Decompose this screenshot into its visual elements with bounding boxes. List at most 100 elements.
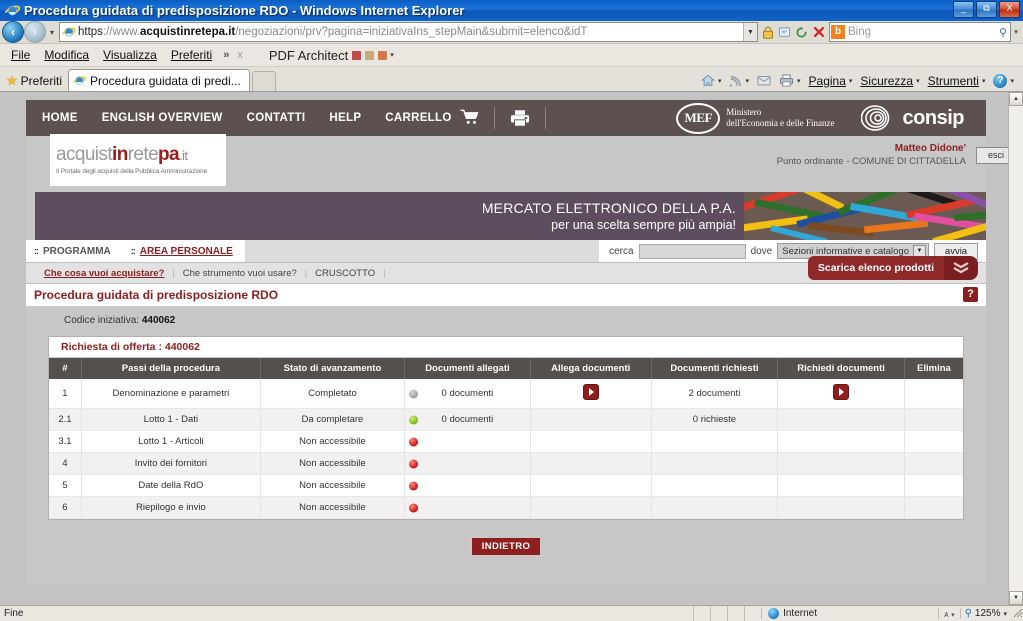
status-dot-red: [409, 437, 419, 446]
browser-tab-active[interactable]: Procedura guidata di predi...: [68, 69, 250, 91]
page-help-icon[interactable]: ?: [963, 287, 978, 302]
close-button[interactable]: X: [999, 1, 1020, 18]
user-role: Punto ordinante - COMUNE DI CITTADELLA: [776, 156, 966, 167]
download-products-button[interactable]: Scarica elenco prodotti: [807, 256, 978, 280]
stop-icon[interactable]: [810, 23, 827, 41]
site-print-icon[interactable]: [509, 108, 531, 128]
row-status: Da completare: [260, 408, 419, 431]
window-title: Procedura guidata di predisposizione RDO…: [24, 3, 465, 18]
pdf-caret-icon[interactable]: ▾: [390, 51, 394, 59]
restore-button[interactable]: ⧉: [976, 1, 997, 18]
nav-english-overview[interactable]: ENGLISH OVERVIEW: [102, 112, 223, 124]
logout-button[interactable]: esci: [976, 147, 1009, 164]
table-row[interactable]: 2.1 Lotto 1 - Dati Da completare 0 docum…: [49, 408, 963, 431]
recent-pages-caret[interactable]: ▾: [46, 28, 58, 37]
feeds-icon[interactable]: ▾: [725, 74, 753, 87]
nav-carrello[interactable]: CARRELLO: [385, 112, 451, 124]
resize-grip[interactable]: [1011, 606, 1023, 621]
print-icon[interactable]: ▾: [775, 74, 805, 87]
search-dropdown-caret[interactable]: ▾: [1011, 23, 1021, 41]
menu-visualizza[interactable]: Visualizza: [96, 47, 164, 63]
menu-close-icon[interactable]: x: [233, 49, 247, 61]
search-icon[interactable]: ⚲: [999, 26, 1007, 39]
vertical-scrollbar[interactable]: ▲ ▼: [1008, 92, 1023, 605]
row-status-label: Non accessibile: [299, 502, 366, 513]
codice-label: Codice iniziativa:: [64, 315, 140, 326]
zoom-caret-icon[interactable]: ▾: [1003, 610, 1007, 618]
print-caret-icon[interactable]: ▾: [797, 77, 801, 85]
double-chevron-down-icon[interactable]: [944, 256, 978, 280]
site-header-band: acquistinretepa.it Il Portale degli acqu…: [26, 134, 1009, 192]
forward-button[interactable]: ›: [24, 21, 46, 43]
row-status-label: Non accessibile: [299, 436, 366, 447]
feeds-caret-icon[interactable]: ▾: [745, 77, 749, 85]
zoom-control[interactable]: ⚲ 125% ▾: [959, 608, 1011, 619]
request-documents-button[interactable]: [833, 384, 850, 400]
subnav-cruscotto[interactable]: CRUSCOTTO: [307, 268, 383, 279]
pdf-architect-toolbar-label[interactable]: PDF Architect: [269, 48, 348, 63]
back-button[interactable]: ‹: [2, 21, 24, 43]
menu-modifica[interactable]: Modifica: [37, 47, 96, 63]
compatibility-view-icon[interactable]: [776, 23, 793, 41]
row-request-action[interactable]: [777, 379, 905, 409]
site-logo[interactable]: acquistinretepa.it Il Portale degli acqu…: [50, 134, 226, 186]
pdf-create-icon[interactable]: [352, 50, 362, 60]
banner-line2: per una scelta sempre più ampia!: [551, 217, 736, 232]
new-tab-button[interactable]: [251, 71, 276, 91]
home-caret-icon[interactable]: ▾: [718, 77, 722, 85]
menu-sicurezza[interactable]: Sicurezza ▾: [856, 74, 923, 88]
pdf-convert-icon[interactable]: [365, 50, 375, 60]
menu-strumenti[interactable]: Strumenti ▾: [924, 74, 990, 88]
table-row[interactable]: 1 Denominazione e parametri Completato 0…: [49, 379, 963, 409]
help-menu[interactable]: ? ▾: [989, 73, 1018, 88]
address-input[interactable]: https ://www. acquistinretepa.it /negozi…: [59, 22, 758, 42]
section-tab-programma[interactable]: :: PROGRAMMA: [26, 240, 123, 262]
status-dot-red: [409, 503, 419, 512]
row-attach-action[interactable]: [530, 379, 652, 409]
scroll-up-button[interactable]: ▲: [1009, 92, 1023, 106]
nav-help[interactable]: HELP: [329, 112, 361, 124]
search-input[interactable]: [638, 243, 746, 259]
url-separator: ://www.: [102, 26, 140, 38]
logo-part5: .it: [179, 148, 188, 163]
subnav-che-strumento-vuoi-usare[interactable]: Che strumento vuoi usare?: [175, 268, 305, 279]
logo-tagline: Il Portale degli acquisti della Pubblica…: [56, 168, 208, 175]
lock-icon: [759, 23, 776, 41]
site-container: HOME ENGLISH OVERVIEW CONTATTI HELP CARR…: [26, 100, 1009, 585]
row-step: Denominazione e parametri: [81, 379, 261, 409]
codice-iniziativa: Codice iniziativa: 440062: [26, 315, 986, 336]
menu-pagina[interactable]: Pagina ▾: [805, 74, 857, 88]
table-row[interactable]: 6 Riepilogo e invio Non accessibile: [49, 496, 963, 519]
address-dropdown-caret[interactable]: ▼: [743, 23, 757, 41]
attach-documents-button[interactable]: [582, 384, 599, 400]
tab-favicon: [73, 74, 86, 87]
nav-home[interactable]: HOME: [42, 112, 78, 124]
menu-preferiti[interactable]: Preferiti: [164, 47, 219, 63]
url-scheme: https: [78, 26, 103, 38]
section-tab-area-personale[interactable]: :: AREA PERSONALE: [122, 240, 245, 262]
cart-icon[interactable]: [459, 109, 480, 128]
nav-contatti[interactable]: CONTATTI: [247, 112, 306, 124]
section-tab-programma-label[interactable]: PROGRAMMA: [43, 246, 111, 257]
cerca-label: cerca: [609, 245, 634, 257]
security-zone[interactable]: Internet: [761, 608, 938, 619]
scroll-down-button[interactable]: ▼: [1009, 591, 1023, 605]
home-icon[interactable]: ▾: [697, 74, 726, 87]
row-request-action: [777, 408, 905, 431]
section-tab-area-personale-label[interactable]: AREA PERSONALE: [140, 246, 233, 257]
read-mail-icon[interactable]: [753, 75, 775, 86]
refresh-icon[interactable]: [793, 23, 810, 41]
col-allega-documenti: Allega documenti: [530, 358, 652, 379]
table-row[interactable]: 4 Invito dei fornitori Non accessibile: [49, 452, 963, 475]
menu-overflow-chevron[interactable]: »: [219, 49, 233, 61]
command-bar: ▾ ▾ ▾ Pagina ▾ Sicurezza ▾ Strumenti ▾ ?…: [697, 70, 1020, 91]
table-row[interactable]: 3.1 Lotto 1 - Articoli Non accessibile: [49, 430, 963, 453]
subnav-che-cosa-vuoi-acquistare[interactable]: Che cosa vuoi acquistare?: [36, 268, 172, 279]
table-row[interactable]: 5 Date della RdO Non accessibile: [49, 474, 963, 497]
menu-file[interactable]: File: [4, 47, 37, 63]
favorites-button[interactable]: ★ Preferiti: [3, 70, 68, 91]
back-button[interactable]: INDIETRO: [469, 536, 543, 557]
minimize-button[interactable]: _: [953, 1, 974, 18]
pdf-edit-icon[interactable]: [378, 50, 388, 60]
browser-search-box[interactable]: b Bing ⚲: [829, 22, 1011, 42]
